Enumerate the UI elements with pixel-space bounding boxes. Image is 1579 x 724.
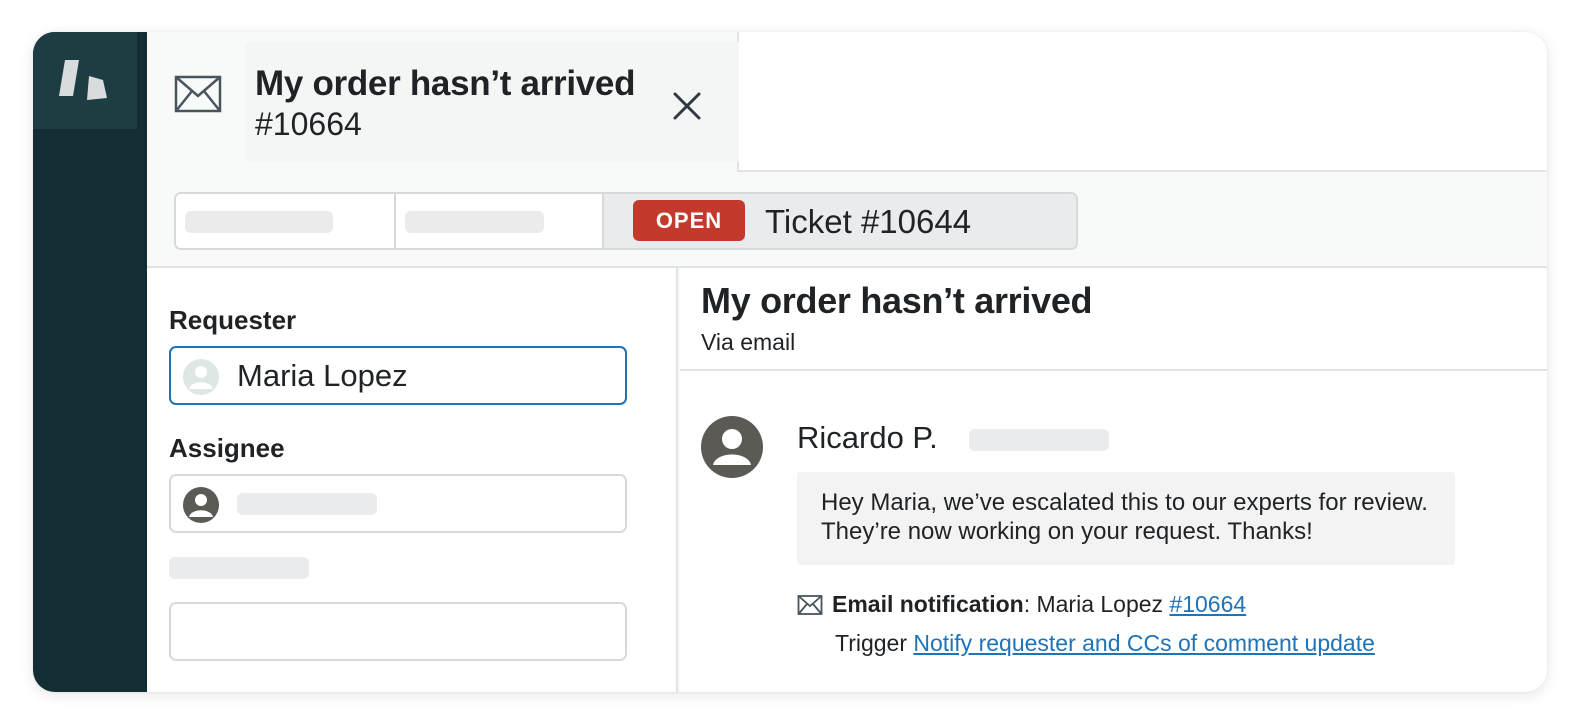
- close-icon[interactable]: [669, 88, 705, 124]
- product-logo-button[interactable]: [33, 32, 137, 129]
- ticket-tab[interactable]: My order hasn’t arrived #10664: [147, 32, 745, 172]
- empty-field[interactable]: [169, 602, 627, 661]
- breadcrumb-item-requester[interactable]: [396, 194, 604, 248]
- ticket-workspace: My order hasn’t arrived #10664 OPEN Tick…: [33, 32, 1547, 692]
- comment-body: Hey Maria, we’ve escalated this to our e…: [797, 472, 1455, 565]
- requester-field[interactable]: Maria Lopez: [169, 346, 627, 405]
- trigger-row: Trigger Notify requester and CCs of comm…: [835, 630, 1375, 657]
- ticket-properties-pane: Requester Maria Lopez Assignee: [147, 268, 678, 692]
- placeholder-bar: [969, 429, 1109, 451]
- user-avatar-icon: [183, 487, 219, 523]
- conversation-channel: Via email: [701, 329, 796, 355]
- main-area: My order hasn’t arrived #10664 OPEN Tick…: [147, 32, 1547, 692]
- trigger-link[interactable]: Notify requester and CCs of comment upda…: [913, 630, 1375, 656]
- author-avatar-icon: [701, 416, 763, 478]
- requester-value: Maria Lopez: [237, 358, 408, 393]
- requester-label: Requester: [169, 305, 297, 335]
- tab-title: My order hasn’t arrived: [255, 64, 636, 103]
- envelope-icon: [797, 595, 823, 615]
- ticket-label: Ticket #10644: [765, 203, 972, 240]
- user-avatar-icon: [183, 359, 219, 395]
- assignee-label: Assignee: [169, 433, 285, 463]
- notification-text: Email notification: Maria Lopez #10664: [832, 591, 1246, 618]
- comment-author: Ricardo P.: [797, 420, 938, 455]
- header-empty-area: [739, 32, 1547, 172]
- placeholder-bar: [185, 211, 333, 233]
- placeholder-bar: [405, 211, 544, 233]
- field-label-placeholder: [169, 557, 309, 579]
- divider: [680, 369, 1547, 371]
- brand-logo-icon: [59, 60, 107, 100]
- notification-recipient: Maria Lopez: [1036, 591, 1170, 617]
- trigger-prefix: Trigger: [835, 630, 914, 656]
- envelope-icon: [174, 75, 222, 113]
- assignee-field[interactable]: [169, 474, 627, 533]
- breadcrumb: OPEN Ticket #10644: [174, 192, 1078, 250]
- notification-separator: :: [1023, 591, 1037, 617]
- nav-rail: [33, 32, 147, 692]
- notification-label: Email notification: [832, 591, 1024, 617]
- comment-line: Hey Maria, we’ve escalated this to our e…: [821, 489, 1428, 516]
- conversation-title: My order hasn’t arrived: [701, 280, 1093, 321]
- status-badge: OPEN: [633, 200, 745, 241]
- breadcrumb-item-ticket[interactable]: OPEN Ticket #10644: [604, 194, 1076, 248]
- tab-ticket-number: #10664: [255, 106, 362, 142]
- placeholder-bar: [237, 493, 377, 515]
- comment-line: They’re now working on your request. Tha…: [821, 518, 1313, 545]
- ticket-link[interactable]: #10664: [1169, 591, 1246, 617]
- conversation-pane: My order hasn’t arrived Via email Ricard…: [680, 268, 1547, 692]
- breadcrumb-item-org[interactable]: [176, 194, 396, 248]
